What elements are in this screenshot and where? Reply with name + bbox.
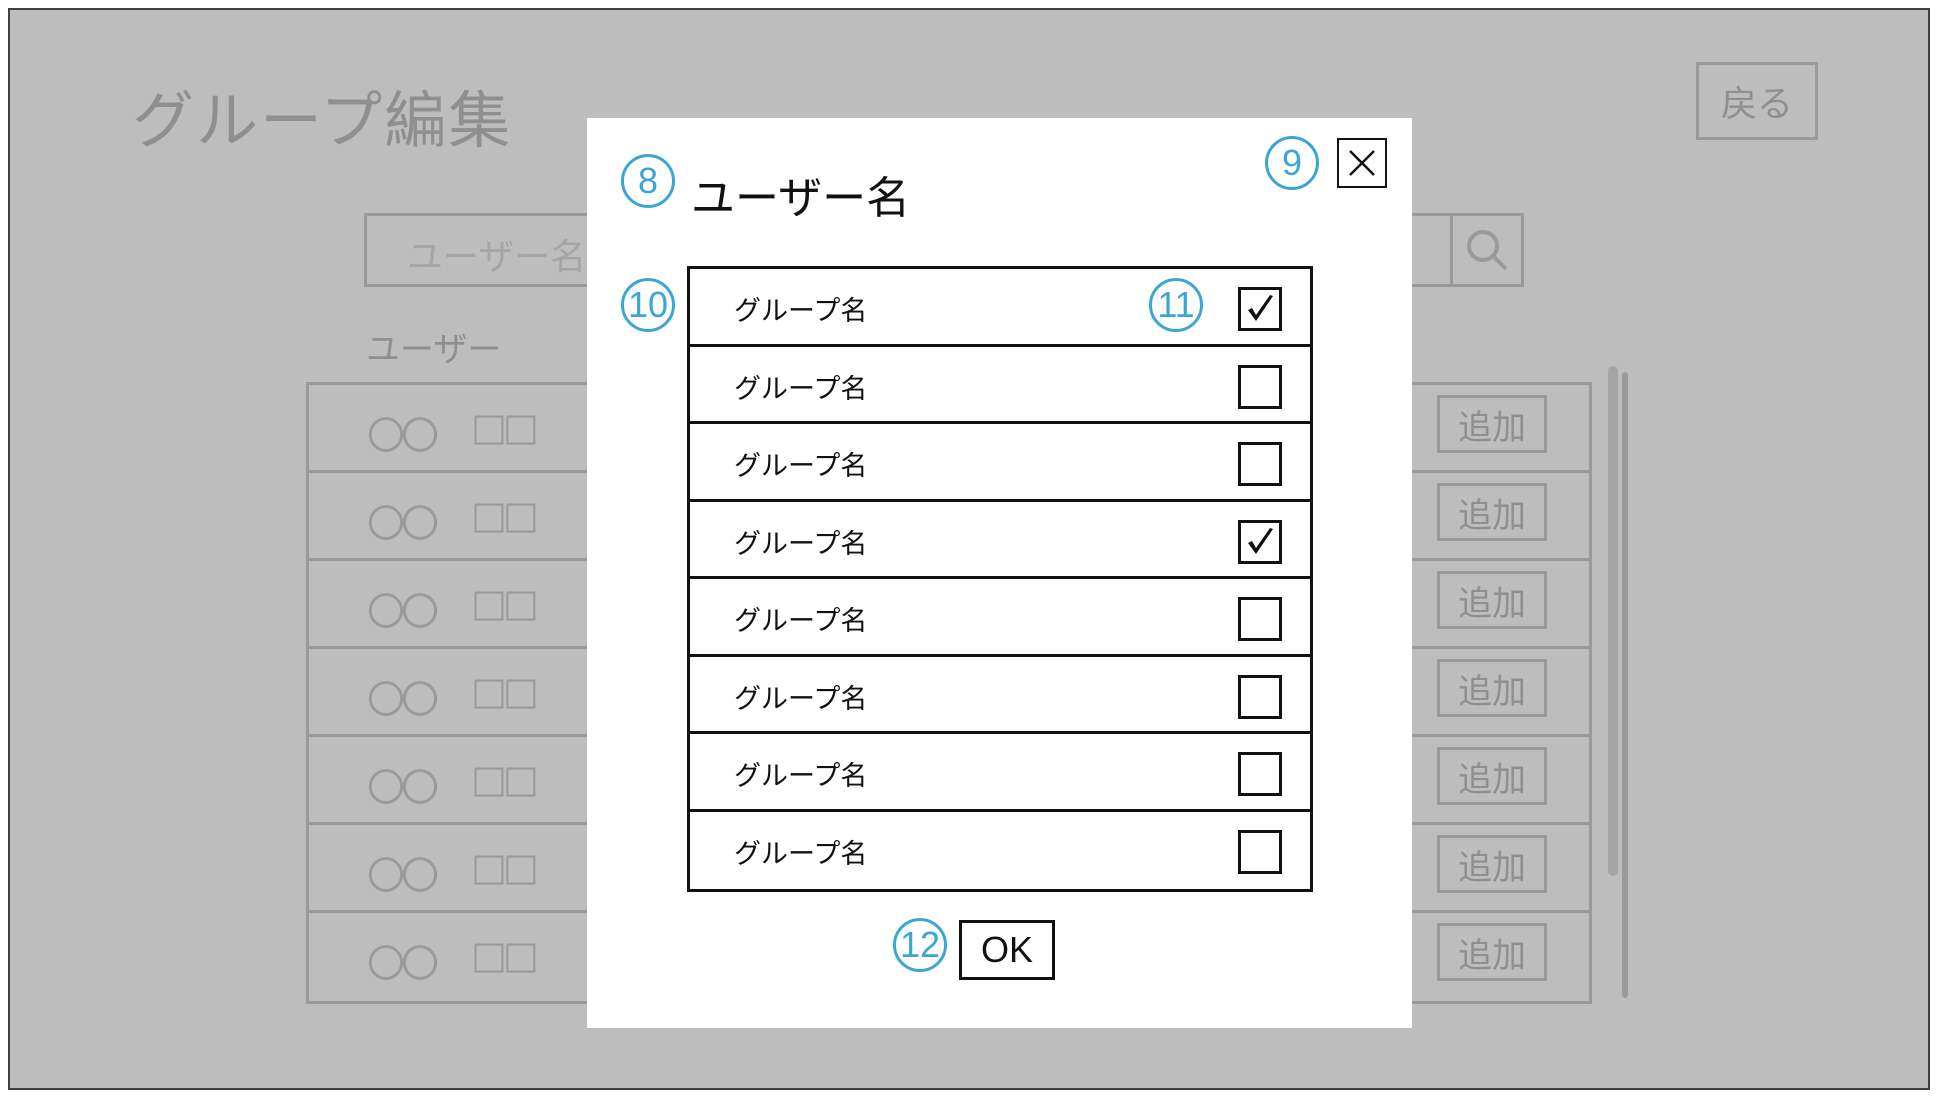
scrollbar-track[interactable] [1622, 372, 1628, 998]
group-checkbox[interactable] [1238, 519, 1282, 564]
add-user-button[interactable]: 追加 [1437, 571, 1547, 629]
user-first-name: 〇〇 [367, 590, 439, 634]
user-last-name: □□ [471, 493, 539, 537]
user-last-name: □□ [471, 669, 539, 713]
group-name: グループ名 [734, 761, 868, 792]
list-item[interactable]: グループ名 [690, 657, 1310, 734]
user-first-name: 〇〇 [367, 414, 439, 458]
group-checkbox[interactable] [1238, 829, 1282, 874]
list-item[interactable]: グループ名 [690, 734, 1310, 812]
user-first-name: 〇〇 [367, 678, 439, 722]
user-first-name: 〇〇 [367, 942, 439, 986]
group-checkbox[interactable] [1238, 597, 1282, 641]
close-icon [1349, 150, 1375, 176]
group-checkbox[interactable] [1238, 364, 1282, 409]
user-last-name: □□ [471, 405, 539, 449]
add-user-button[interactable]: 追加 [1437, 835, 1547, 893]
back-button[interactable]: 戻る [1696, 62, 1818, 140]
annotation-badge: 12 [893, 918, 947, 972]
group-checkbox[interactable] [1238, 674, 1282, 719]
list-item[interactable]: グループ名 [690, 424, 1310, 502]
scrollbar-thumb[interactable] [1608, 366, 1618, 876]
annotation-badge: 10 [621, 278, 675, 332]
search-button[interactable] [1450, 213, 1524, 287]
annotation-badge: 9 [1265, 136, 1319, 190]
list-item[interactable]: グループ名 [690, 347, 1310, 424]
annotation-badge: 8 [621, 154, 675, 208]
user-last-name: □□ [471, 845, 539, 889]
list-item[interactable]: グループ名 [690, 812, 1310, 890]
close-button[interactable] [1337, 138, 1387, 188]
group-checkbox[interactable] [1238, 752, 1282, 796]
group-name: グループ名 [734, 451, 868, 482]
page-title: グループ編集 [132, 84, 513, 157]
search-placeholder: ユーザー名 [407, 237, 587, 278]
user-last-name: □□ [471, 757, 539, 801]
add-user-button[interactable]: 追加 [1437, 747, 1547, 805]
search-icon [1467, 230, 1508, 271]
user-first-name: 〇〇 [367, 502, 439, 546]
ok-button[interactable]: OK [959, 920, 1055, 980]
user-first-name: 〇〇 [367, 766, 439, 810]
list-item[interactable]: グループ名 [690, 579, 1310, 657]
group-checkbox[interactable] [1238, 287, 1282, 331]
group-name: グループ名 [734, 683, 868, 715]
app-window: グループ編集 戻る ユーザー名 ユーザー 〇〇 □□ 追加 〇〇 □□ 追加 〇… [8, 8, 1930, 1090]
check-icon [1248, 527, 1273, 554]
list-item[interactable]: グループ名 [690, 269, 1310, 347]
group-select-dialog: 8 ユーザー名 9 10 11 グループ名 グループ名 グループ名 グループ名 … [587, 118, 1412, 1028]
user-last-name: □□ [471, 581, 539, 625]
group-name: グループ名 [734, 373, 868, 405]
group-name: グループ名 [734, 606, 868, 637]
check-icon [1248, 295, 1273, 321]
group-name: グループ名 [734, 296, 868, 327]
group-name: グループ名 [734, 838, 868, 870]
add-user-button[interactable]: 追加 [1437, 483, 1547, 541]
group-checkbox[interactable] [1238, 442, 1282, 486]
group-list: グループ名 グループ名 グループ名 グループ名 グループ名 グループ名 グループ… [687, 266, 1313, 892]
dialog-title: ユーザー名 [691, 173, 911, 224]
list-item[interactable]: グループ名 [690, 502, 1310, 579]
add-user-button[interactable]: 追加 [1437, 923, 1547, 981]
user-last-name: □□ [471, 933, 539, 977]
users-section-label: ユーザー [366, 330, 502, 370]
group-name: グループ名 [734, 528, 868, 560]
add-user-button[interactable]: 追加 [1437, 395, 1547, 453]
user-first-name: 〇〇 [367, 854, 439, 898]
add-user-button[interactable]: 追加 [1437, 659, 1547, 717]
